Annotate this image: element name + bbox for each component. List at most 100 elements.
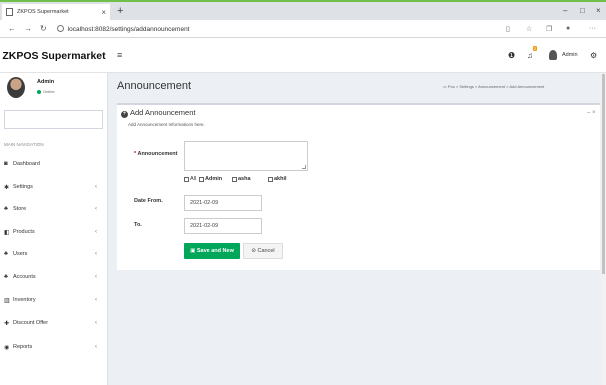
scrollbar-thumb[interactable] — [602, 74, 605, 274]
url-field[interactable]: localhost:8082/settings/addannouncement — [56, 24, 190, 33]
box-tools[interactable]: – × — [587, 110, 596, 116]
breadcrumb-text: Pos > Settings > Announcement > Add Anno… — [447, 84, 545, 89]
reading-view-icon[interactable]: ▯ — [506, 25, 510, 33]
checkbox-label: akhil — [274, 176, 287, 182]
user-status-text: Online — [43, 89, 55, 94]
browser-tab-title: ZKPOS Supermarket — [17, 9, 69, 15]
new-tab-button[interactable]: + — [117, 5, 123, 17]
tab-close-icon[interactable]: × — [101, 8, 106, 17]
store-icon: ♣ — [4, 206, 8, 212]
minimize-icon[interactable]: – — [563, 6, 567, 15]
sidebar-item-discount-offer[interactable]: ✚ Discount Offer ‹ — [0, 317, 108, 329]
discount-icon: ✚ — [4, 320, 10, 327]
announcement-textarea[interactable] — [184, 141, 308, 171]
checkbox-icon[interactable] — [232, 176, 237, 182]
breadcrumb[interactable]: ▭ Pos > Settings > Announcement > Add An… — [443, 84, 544, 89]
reload-icon[interactable]: ↻ — [40, 24, 47, 33]
sidebar-item-dashboard[interactable]: ◙ Dashboard — [0, 158, 108, 170]
header-avatar[interactable] — [549, 50, 557, 60]
checkbox-akhil[interactable]: akhil — [268, 176, 287, 182]
cancel-button-label: Cancel — [257, 248, 275, 254]
accounts-icon: ♣ — [4, 274, 8, 280]
browser-tab[interactable]: ZKPOS Supermarket × — [2, 4, 110, 20]
sidebar-item-label: Reports — [13, 344, 33, 350]
sidebar-search-input[interactable] — [4, 110, 103, 129]
checkbox-label: asha — [238, 176, 251, 182]
browser-menu-icon[interactable]: ··· — [589, 25, 596, 32]
sidebar-item-reports[interactable]: ◉ Reports ‹ — [0, 341, 108, 353]
page-icon — [6, 8, 13, 16]
profile-icon[interactable]: ● — [566, 25, 570, 32]
checkbox-label: All — [190, 176, 197, 182]
cancel-button[interactable]: ⊘ Cancel — [243, 243, 283, 259]
header-user-name[interactable]: Admin — [562, 52, 578, 58]
date-from-input[interactable]: 2021-02-09 — [184, 195, 262, 211]
checkbox-all[interactable]: All — [184, 176, 196, 182]
users-icon: ♣ — [4, 251, 8, 257]
info-icon — [56, 24, 64, 32]
checkbox-icon[interactable] — [199, 176, 204, 182]
window-close-icon[interactable]: × — [596, 6, 601, 15]
chevron-left-icon: ‹ — [95, 344, 97, 350]
save-icon: ▣ — [190, 248, 197, 254]
avatar — [7, 77, 25, 98]
app-header: ZKPOS Supermarket ≡ ❶ ♫ 2 Admin ⚙ — [0, 38, 606, 73]
sidebar-item-products[interactable]: ◧ Products ‹ — [0, 226, 108, 238]
sidebar-item-users[interactable]: ♣ Users ‹ — [0, 248, 108, 260]
notification-badge: 2 — [533, 46, 538, 51]
inventory-icon: ▥ — [4, 297, 10, 304]
sidebar-item-settings[interactable]: ✱ Settings ‹ — [0, 181, 108, 193]
bell-icon[interactable]: ♫ — [527, 51, 533, 60]
box-title-text: Add Announcement — [130, 108, 196, 117]
checkbox-label: Admin — [205, 176, 223, 182]
plus-circle-icon: + — [121, 111, 128, 118]
sidebar-item-store[interactable]: ♣ Store ‹ — [0, 203, 108, 215]
menu-toggle-icon[interactable]: ≡ — [117, 50, 122, 60]
box-subtitle: Add Announcement Informations here. — [128, 122, 205, 127]
chevron-left-icon: ‹ — [95, 320, 97, 326]
resize-grip-icon[interactable] — [302, 165, 306, 169]
chevron-left-icon: ‹ — [95, 274, 97, 280]
required-mark: * — [134, 151, 137, 157]
date-to-input[interactable]: 2021-02-09 — [184, 218, 262, 234]
collections-icon[interactable]: ❐ — [546, 25, 552, 33]
checkbox-icon[interactable] — [184, 176, 189, 182]
info-circle-icon[interactable]: ❶ — [508, 51, 515, 60]
gears-icon[interactable]: ⚙ — [590, 51, 597, 60]
products-icon: ◧ — [4, 229, 10, 236]
maximize-icon[interactable]: □ — [580, 6, 585, 15]
to-label: To. — [134, 222, 142, 228]
checkbox-asha[interactable]: asha — [232, 176, 251, 182]
sidebar-item-label: Store — [13, 206, 27, 212]
nav-header: MAIN NAVIGATION — [4, 142, 44, 147]
box-title: + Add Announcement — [121, 108, 195, 118]
user-status: Online — [37, 89, 55, 94]
checkbox-admin[interactable]: Admin — [199, 176, 222, 182]
favorites-icon[interactable]: ☆ — [526, 25, 532, 33]
save-and-new-button[interactable]: ▣ Save and New — [184, 243, 240, 259]
address-bar: ← → ↻ localhost:8082/settings/addannounc… — [0, 20, 606, 38]
sidebar-item-inventory[interactable]: ▥ Inventory ‹ — [0, 294, 108, 306]
announcement-label-text: Announcement — [137, 151, 178, 157]
sidebar-user-name: Admin — [37, 79, 55, 85]
chevron-left-icon: ‹ — [95, 206, 97, 212]
user-panel: Admin Online — [0, 73, 108, 103]
url-text: localhost:8082/settings/addannouncement — [67, 25, 190, 33]
reports-icon: ◉ — [4, 344, 10, 351]
app-logo[interactable]: ZKPOS Supermarket — [0, 38, 108, 73]
forward-icon[interactable]: → — [24, 24, 32, 33]
chevron-left-icon: ‹ — [95, 184, 97, 190]
sidebar-item-label: Dashboard — [13, 161, 40, 167]
sidebar-item-label: Users — [13, 251, 28, 257]
announcement-label: * Announcement — [134, 151, 178, 157]
chevron-left-icon: ‹ — [95, 251, 97, 257]
sidebar-item-accounts[interactable]: ♣ Accounts ‹ — [0, 271, 108, 283]
chevron-left-icon: ‹ — [95, 229, 97, 235]
settings-icon: ✱ — [4, 184, 10, 191]
sidebar-item-label: Accounts — [13, 274, 36, 280]
sidebar: Admin Online MAIN NAVIGATION ◙ Dashboard… — [0, 73, 108, 385]
online-dot-icon — [37, 90, 41, 94]
sidebar-item-label: Inventory — [13, 297, 36, 303]
checkbox-icon[interactable] — [268, 176, 273, 182]
back-icon[interactable]: ← — [8, 24, 16, 33]
